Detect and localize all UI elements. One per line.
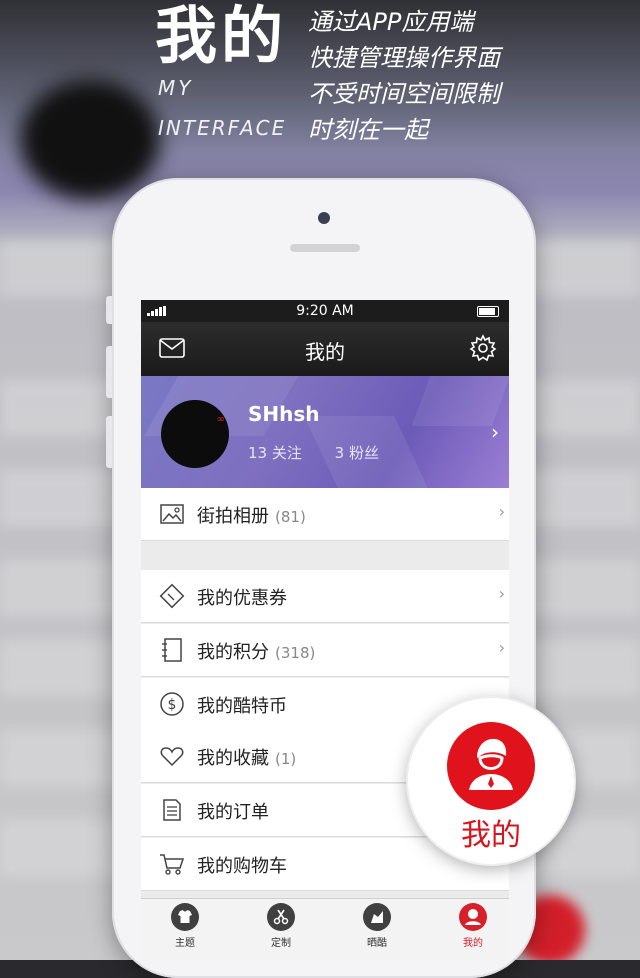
- gear-icon[interactable]: [469, 334, 497, 362]
- menu-item-coupons[interactable]: 我的优惠券 ›: [141, 570, 509, 623]
- front-camera: [318, 212, 330, 224]
- menu-item-label: 我的酷特币: [197, 696, 287, 717]
- phone-screen: 9:20 AM 我的 ∞ SHhsh 13 关注 3 粉丝 › 街拍相册 (81…: [141, 300, 509, 960]
- chevron-right-icon: ›: [498, 502, 505, 521]
- coupon-icon: [159, 583, 185, 609]
- menu-item-label: 我的订单: [197, 802, 269, 823]
- menu-item-label: 我的优惠券: [197, 588, 287, 609]
- headline-taglines: 通过APP应用端 快捷管理操作界面 不受时间空间限制 时刻在一起: [308, 4, 500, 148]
- username: SHhsh: [248, 402, 320, 426]
- tab-mine[interactable]: 我的: [443, 903, 503, 949]
- tab-label: 晒酷: [367, 938, 387, 949]
- menu-item-street-album[interactable]: 街拍相册 (81) ›: [141, 488, 509, 541]
- svg-text:$: $: [168, 697, 177, 713]
- scissors-icon: [267, 903, 295, 931]
- tab-theme[interactable]: 主题: [155, 903, 215, 949]
- profile-stats: 13 关注 3 粉丝: [248, 442, 407, 463]
- tagline: 不受时间空间限制: [308, 80, 500, 108]
- avatar[interactable]: ∞: [161, 400, 229, 468]
- chevron-right-icon: ›: [498, 584, 505, 603]
- user-icon: [459, 903, 487, 931]
- profile-header[interactable]: ∞ SHhsh 13 关注 3 粉丝 ›: [141, 376, 509, 488]
- battery-icon: [477, 306, 499, 317]
- user-avatar-icon: [447, 722, 535, 810]
- order-document-icon: [163, 799, 181, 821]
- share-icon: [363, 903, 391, 931]
- earpiece-speaker: [290, 244, 360, 252]
- menu-item-label: 街拍相册: [197, 506, 269, 527]
- dollar-coin-icon: $: [160, 692, 184, 716]
- tagline: 快捷管理操作界面: [308, 44, 500, 72]
- tagline: 时刻在一起: [308, 116, 428, 144]
- tagline: 通过APP应用端: [308, 8, 474, 36]
- followers-count[interactable]: 3 粉丝: [335, 444, 379, 462]
- menu-item-points[interactable]: 我的积分 (318) ›: [141, 624, 509, 677]
- menu-item-label: 我的积分: [197, 642, 269, 663]
- nav-bar: 我的: [141, 322, 509, 376]
- headline-title: 我的: [155, 0, 288, 72]
- tab-label: 定制: [271, 938, 291, 949]
- menu-item-label: 我的购物车: [197, 856, 287, 877]
- chevron-right-icon: ›: [498, 638, 505, 657]
- menu-item-count: (81): [275, 508, 306, 526]
- page-title: 我的: [305, 340, 345, 364]
- volume-up-button: [106, 346, 112, 398]
- chevron-right-icon: ›: [491, 420, 499, 444]
- following-count[interactable]: 13 关注: [248, 444, 302, 462]
- status-bar: 9:20 AM: [141, 300, 509, 322]
- photo-album-icon: [160, 504, 184, 524]
- points-notebook-icon: [162, 638, 182, 662]
- menu-item-count: (1): [275, 750, 297, 768]
- tshirt-icon: [171, 903, 199, 931]
- volume-down-button: [106, 416, 112, 468]
- badge-label: 我的: [461, 818, 521, 853]
- tab-share[interactable]: 晒酷: [347, 903, 407, 949]
- headline-en-line1: MY: [158, 76, 194, 100]
- headline-en-line2: INTERFACE: [158, 116, 287, 140]
- mine-badge: 我的: [408, 698, 574, 864]
- tab-custom[interactable]: 定制: [251, 903, 311, 949]
- mute-switch: [106, 296, 112, 324]
- menu-item-label: 我的收藏: [197, 748, 269, 769]
- heart-icon: [160, 747, 184, 767]
- menu-item-count: (318): [275, 644, 316, 662]
- status-time: 9:20 AM: [296, 303, 354, 319]
- tab-label: 我的: [463, 938, 483, 949]
- tab-label: 主题: [175, 938, 195, 949]
- shopping-cart-icon: [160, 854, 185, 875]
- tab-bar: 主题 定制 晒酷 我的: [141, 898, 509, 960]
